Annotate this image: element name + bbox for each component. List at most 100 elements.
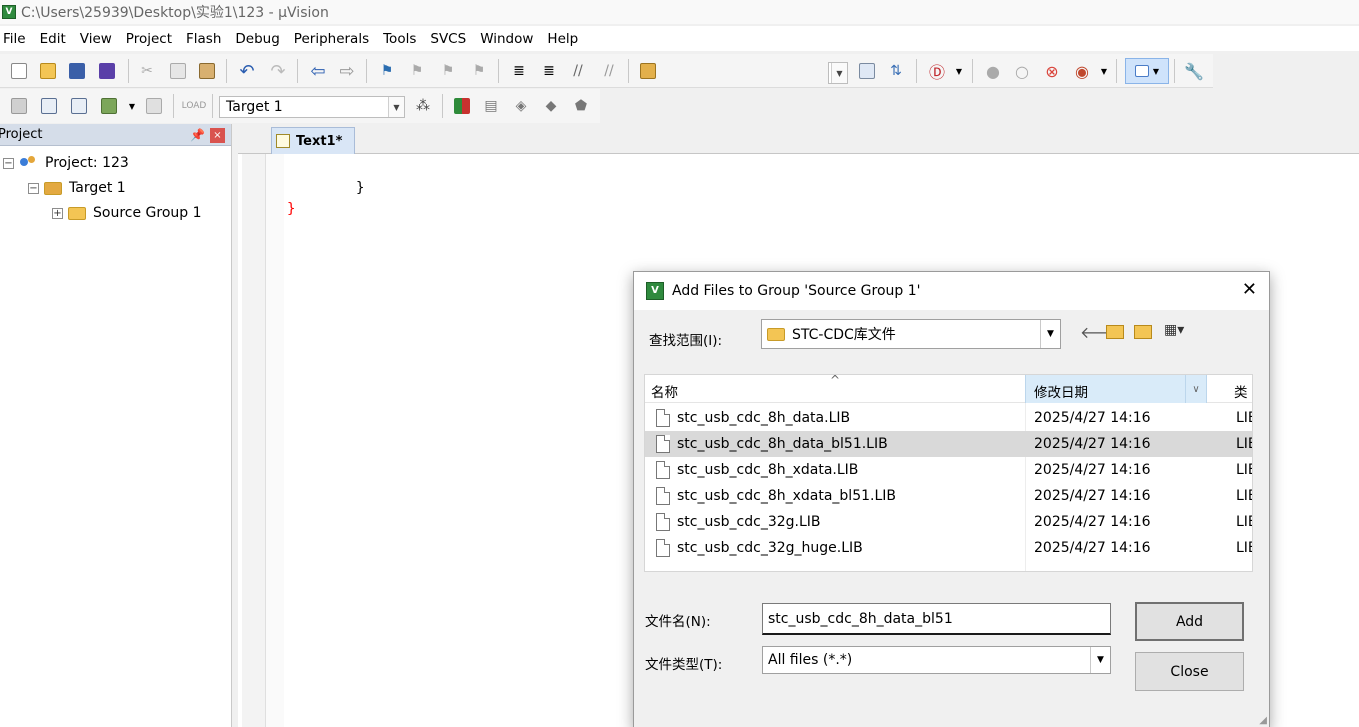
file-extensions-icon[interactable] — [451, 95, 473, 117]
next-bookmark-icon[interactable]: ⚑ — [437, 60, 459, 82]
download-icon[interactable]: LOAD — [182, 95, 207, 117]
new-file-icon[interactable] — [8, 60, 30, 82]
menu-project[interactable]: Project — [121, 31, 178, 47]
tree-project[interactable]: − Project: 123 — [3, 155, 129, 171]
add-button[interactable]: Add — [1135, 602, 1244, 641]
disable-breakpoint-icon[interactable]: ○ — [1011, 60, 1033, 82]
manage-project-icon[interactable]: ▤ — [480, 95, 502, 117]
menu-flash[interactable]: Flash — [181, 31, 227, 47]
select-packs-icon[interactable]: ◈ — [510, 95, 532, 117]
translate-icon[interactable] — [8, 95, 30, 117]
batch-build-icon[interactable] — [98, 95, 120, 117]
file-toolbar: ✂ ↶ ↷ ⇦ ⇨ ⚑ ⚑ ⚑ ⚑ ≣ ≣ // // ▼ ⇅ Ⓓ ▼ ● ○ … — [0, 54, 1213, 88]
save-icon[interactable] — [66, 60, 88, 82]
look-in-value: STC-CDC库文件 — [792, 327, 896, 343]
window-layout-icon[interactable]: ▼ — [1125, 58, 1169, 84]
configure-icon[interactable]: 🔧 — [1183, 60, 1205, 82]
breakpoint-icon[interactable]: ● — [982, 60, 1004, 82]
kill-breakpoints-icon[interactable]: ⊗ — [1041, 60, 1063, 82]
navigate-forward-icon[interactable]: ⇨ — [336, 60, 358, 82]
close-button[interactable]: Close — [1135, 652, 1244, 691]
find-icon[interactable] — [856, 60, 878, 82]
rebuild-icon[interactable] — [68, 95, 90, 117]
new-folder-icon[interactable] — [1134, 325, 1152, 339]
debug-dropdown-icon[interactable]: ▼ — [948, 60, 970, 82]
breakpoint-dropdown-icon[interactable]: ▼ — [1093, 60, 1115, 82]
code-line[interactable]: } — [356, 180, 364, 196]
file-row[interactable]: stc_usb_cdc_8h_xdata_bl51.LIB 2025/4/27 … — [645, 483, 1252, 509]
build-icon[interactable] — [38, 95, 60, 117]
collapse-icon[interactable]: − — [28, 182, 39, 194]
chevron-down-icon[interactable]: ▼ — [1090, 647, 1110, 673]
close-icon[interactable]: ✕ — [1242, 280, 1257, 300]
menu-debug[interactable]: Debug — [230, 31, 285, 47]
undo-icon[interactable]: ↶ — [236, 60, 258, 82]
breakpoint-options-icon[interactable]: ◉ — [1071, 60, 1093, 82]
resize-grip-icon[interactable]: ◢ — [1259, 715, 1267, 726]
paste-icon[interactable] — [196, 60, 218, 82]
file-row[interactable]: stc_usb_cdc_32g_huge.LIB 2025/4/27 14:16… — [645, 535, 1252, 561]
menu-file[interactable]: File — [0, 31, 32, 47]
column-date[interactable]: 修改日期 ∨ — [1025, 375, 1207, 403]
file-row[interactable]: stc_usb_cdc_8h_data.LIB 2025/4/27 14:16 … — [645, 405, 1252, 431]
comment-icon[interactable]: // — [567, 60, 589, 82]
manage-rte-icon[interactable]: ⬟ — [570, 95, 592, 117]
chevron-down-icon[interactable]: ∨ — [1185, 375, 1206, 403]
navigate-back-icon[interactable]: ⇦ — [307, 60, 329, 82]
menu-peripherals[interactable]: Peripherals — [289, 31, 375, 47]
up-folder-icon[interactable] — [1106, 325, 1124, 339]
file-row-selected[interactable]: stc_usb_cdc_8h_data_bl51.LIB 2025/4/27 1… — [645, 431, 1252, 457]
menu-svcs[interactable]: SVCS — [425, 31, 472, 47]
pack-installer-icon[interactable]: ◆ — [540, 95, 562, 117]
file-list[interactable]: ^ 名称 修改日期 ∨ 类 stc_usb_cdc_8h_data.LIB 20… — [644, 374, 1253, 572]
unindent-icon[interactable]: ≣ — [538, 60, 560, 82]
collapse-icon[interactable]: − — [3, 157, 14, 169]
view-menu-icon[interactable]: ▦▾ — [1164, 322, 1184, 338]
dialog-title: Add Files to Group 'Source Group 1' — [672, 283, 921, 299]
column-name[interactable]: 名称 — [651, 381, 678, 401]
uncomment-icon[interactable]: // — [598, 60, 620, 82]
batch-dropdown-icon[interactable]: ▼ — [121, 95, 143, 117]
clear-bookmarks-icon[interactable]: ⚑ — [468, 60, 490, 82]
copy-icon[interactable] — [167, 60, 189, 82]
incremental-find-icon[interactable]: ⇅ — [885, 60, 907, 82]
debug-session-icon[interactable]: Ⓓ — [926, 60, 948, 82]
column-type[interactable]: 类 — [1234, 381, 1248, 401]
cut-icon[interactable]: ✂ — [136, 60, 158, 82]
menu-help[interactable]: Help — [542, 31, 584, 47]
stop-build-icon[interactable] — [143, 95, 165, 117]
code-line[interactable]: } — [287, 201, 295, 217]
look-in-select[interactable]: STC-CDC库文件 ▼ — [761, 319, 1061, 349]
menu-edit[interactable]: Edit — [35, 31, 72, 47]
tree-source-group[interactable]: + Source Group 1 — [52, 205, 202, 221]
prev-bookmark-icon[interactable]: ⚑ — [406, 60, 428, 82]
open-folder-icon[interactable] — [37, 60, 59, 82]
find-in-files-icon[interactable] — [637, 60, 659, 82]
pin-icon[interactable]: 📌 — [190, 128, 205, 142]
file-row[interactable]: stc_usb_cdc_32g.LIB 2025/4/27 14:16 LIB — [645, 509, 1252, 535]
fold-gutter[interactable] — [266, 154, 284, 727]
expand-icon[interactable]: + — [52, 207, 63, 219]
menu-tools[interactable]: Tools — [378, 31, 422, 47]
close-panel-icon[interactable]: × — [210, 128, 225, 143]
line-gutter[interactable] — [242, 154, 266, 727]
add-files-dialog: V Add Files to Group 'Source Group 1' ✕ … — [633, 271, 1270, 727]
find-combo[interactable]: ▼ — [828, 62, 848, 84]
save-all-icon[interactable] — [96, 60, 118, 82]
filetype-select[interactable]: All files (*.*) ▼ — [762, 646, 1111, 674]
redo-icon[interactable]: ↷ — [267, 60, 289, 82]
indent-icon[interactable]: ≣ — [508, 60, 530, 82]
menu-view[interactable]: View — [75, 31, 118, 47]
tab-text1[interactable]: Text1* — [271, 127, 355, 154]
target-options-icon[interactable]: ⁂ — [412, 95, 434, 117]
project-panel: Project 📌 × − Project: 123 − Target 1 + … — [0, 124, 232, 727]
tree-target[interactable]: − Target 1 — [28, 180, 126, 196]
chevron-down-icon[interactable]: ▼ — [1040, 320, 1060, 348]
build-toolbar: ▼ LOAD Target 1 ▼ ⁂ ▤ ◈ ◆ ⬟ — [0, 89, 600, 123]
bookmark-icon[interactable]: ⚑ — [376, 60, 398, 82]
file-row[interactable]: stc_usb_cdc_8h_xdata.LIB 2025/4/27 14:16… — [645, 457, 1252, 483]
filename-input[interactable]: stc_usb_cdc_8h_data_bl51 — [762, 603, 1111, 635]
menu-window[interactable]: Window — [475, 31, 539, 47]
target-select[interactable]: Target 1 ▼ — [219, 96, 405, 118]
filetype-label: 文件类型(T): — [645, 657, 723, 673]
